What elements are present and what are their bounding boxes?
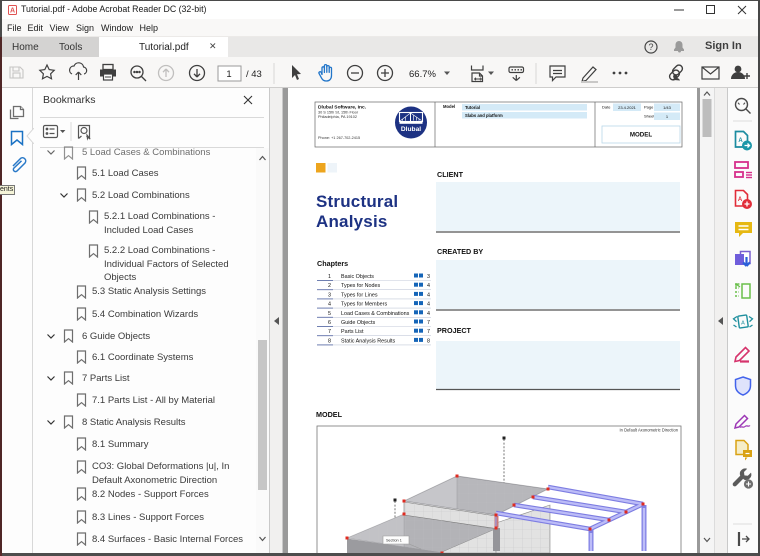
svg-text:7: 7 [427,320,430,326]
svg-text:1: 1 [328,274,331,280]
svg-text:A: A [741,321,745,327]
svg-text:4: 4 [427,283,430,289]
svg-text:Page: Page [644,105,654,110]
svg-text:MODEL: MODEL [630,132,653,139]
svg-text:A: A [10,8,15,15]
svg-text:1/43: 1/43 [663,105,672,110]
svg-text:Parts List: Parts List [341,329,364,335]
svg-text:Types for Nodes: Types for Nodes [341,283,381,289]
svg-text:23.4.2021: 23.4.2021 [618,105,637,110]
svg-text:Types for Members: Types for Members [341,302,387,308]
svg-text:CLIENT: CLIENT [437,170,464,179]
svg-text:Model: Model [443,104,455,109]
svg-text:6: 6 [328,320,331,326]
svg-text:4: 4 [427,302,430,308]
svg-text:7: 7 [328,329,331,335]
svg-text:Chapters: Chapters [317,259,348,268]
svg-text:?: ? [648,42,653,52]
svg-text:Load Cases & Combinations: Load Cases & Combinations [341,311,410,317]
svg-text:CREATED BY: CREATED BY [437,247,483,256]
svg-text:Types for Lines: Types for Lines [341,292,378,298]
svg-text:Tutorial: Tutorial [465,105,480,110]
svg-text:Static Analysis Results: Static Analysis Results [341,338,396,344]
svg-text:1: 1 [226,69,231,80]
svg-text:4: 4 [427,292,430,298]
svg-text:Basic Objects: Basic Objects [341,274,374,280]
svg-text:Slabs and platform: Slabs and platform [465,113,503,118]
svg-text:66.7%: 66.7% [409,69,436,80]
svg-text:2: 2 [328,283,331,289]
svg-text:8: 8 [427,338,430,344]
svg-text:4: 4 [427,311,430,317]
svg-text:Phone: +1 267-702-2415: Phone: +1 267-702-2415 [318,136,360,140]
svg-text:/ 43: / 43 [246,69,262,80]
svg-text:A: A [738,138,743,144]
svg-text:Structural: Structural [316,192,398,211]
svg-text:In Default Axonometric Directi: In Default Axonometric Direction [620,428,679,433]
svg-text:Analysis: Analysis [316,212,388,231]
svg-text:8: 8 [328,338,331,344]
svg-text:3: 3 [427,274,430,280]
svg-text:Philadelphia, PA 19102: Philadelphia, PA 19102 [318,115,357,119]
svg-text:Date: Date [602,105,611,110]
svg-text:4: 4 [328,302,331,308]
svg-text:A: A [738,197,743,203]
svg-text:PROJECT: PROJECT [437,326,472,335]
svg-text:7: 7 [427,329,430,335]
svg-text:Sheet: Sheet [644,114,655,119]
svg-text:3: 3 [328,292,331,298]
svg-text:Guide Objects: Guide Objects [341,320,375,326]
svg-text:MODEL: MODEL [316,410,343,419]
svg-text:Section 1: Section 1 [386,539,402,543]
svg-text:5: 5 [328,311,331,317]
svg-text:Dlubal: Dlubal [401,126,421,133]
